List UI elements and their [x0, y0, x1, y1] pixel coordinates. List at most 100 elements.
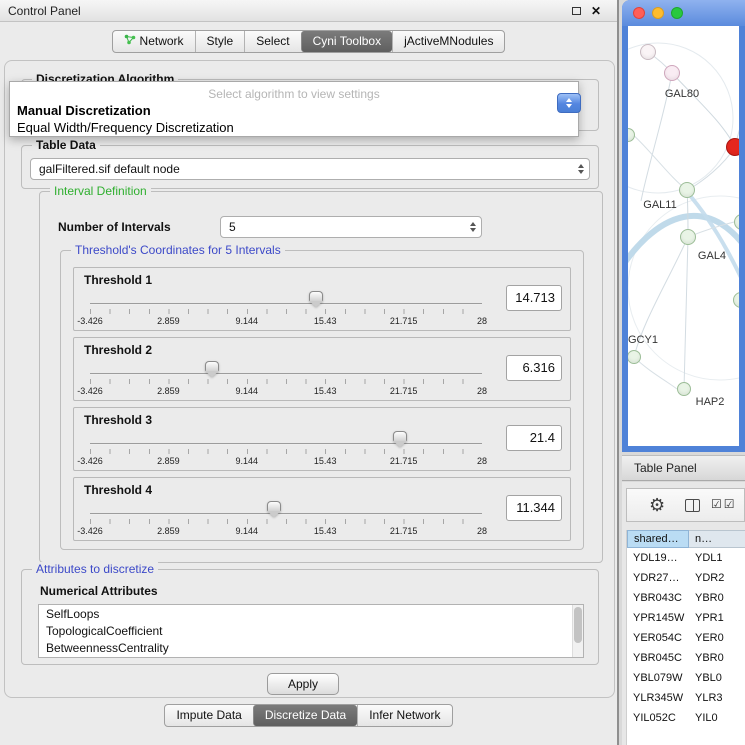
table-row[interactable]: YDR27…YDR2 [627, 568, 745, 588]
table-cell[interactable]: YDR27… [627, 568, 689, 588]
network-canvas[interactable]: GAL80 GAL11 GAL4 GCY1 HAP2 [628, 26, 739, 446]
table-cell[interactable]: YBL079W [627, 668, 689, 688]
table-cell[interactable]: YBR043C [627, 588, 689, 608]
threshold-1-panel: Threshold 1 -3.426 2.859 9.144 15.43 21.… [73, 267, 571, 331]
table-cell[interactable]: YBR0 [689, 648, 745, 668]
scale-label: -3.426 [77, 316, 103, 326]
table-row[interactable]: YBR045CYBR0 [627, 648, 745, 668]
tab-infer-network[interactable]: Infer Network [357, 705, 451, 726]
slider-thumb[interactable] [205, 361, 219, 371]
table-row[interactable]: YBL079WYBL0 [627, 668, 745, 688]
scrollbar-thumb[interactable] [574, 607, 582, 643]
table-cell[interactable]: YER0 [689, 628, 745, 648]
network-node[interactable] [640, 44, 656, 60]
table-cell[interactable]: YPR1 [689, 608, 745, 628]
algorithm-dropdown-list: Select algorithm to view settings Manual… [9, 81, 579, 137]
select-all-checkbox-icons[interactable]: ☑☑ [711, 497, 735, 511]
close-icon[interactable]: ✕ [591, 6, 601, 16]
columns-icon[interactable] [685, 499, 700, 512]
slider-thumb[interactable] [267, 501, 281, 511]
table-cell[interactable]: YER054C [627, 628, 689, 648]
node-hap2[interactable] [677, 382, 691, 396]
table-cell[interactable]: YLR3 [689, 688, 745, 708]
table-toolbar: ⚙ ☑☑ [626, 488, 745, 522]
table-cell[interactable]: YPR145W [627, 608, 689, 628]
group-title: Attributes to discretize [32, 562, 158, 576]
list-item[interactable]: BetweennessCentrality [39, 639, 583, 656]
zoom-traffic-light[interactable] [671, 7, 683, 19]
table-cell[interactable]: YLR345W [627, 688, 689, 708]
tab-label: Network [140, 34, 184, 48]
tab-impute-data[interactable]: Impute Data [165, 705, 252, 726]
tab-discretize-data[interactable]: Discretize Data [253, 705, 357, 726]
table-data-select[interactable]: galFiltered.sif default node [30, 158, 590, 180]
tab-cyni-toolbox[interactable]: Cyni Toolbox [301, 31, 392, 52]
dropdown-prompt: Select algorithm to view settings [10, 82, 578, 101]
node-gal80[interactable] [664, 65, 680, 81]
float-window-icon[interactable] [572, 7, 581, 15]
tab-group: Network Style Select Cyni Toolbox jActiv… [112, 30, 506, 53]
bottom-tab-bar: Impute Data Discretize Data Infer Networ… [0, 704, 617, 727]
dropdown-option-manual-discretization[interactable]: Manual Discretization [10, 101, 578, 118]
table-cell[interactable]: YIL0 [689, 708, 745, 728]
threshold-3-value-field[interactable]: 21.4 [506, 425, 562, 451]
apply-button[interactable]: Apply [267, 673, 339, 695]
column-header-name[interactable]: n… [689, 530, 745, 548]
column-header-shared-name[interactable]: shared… [627, 530, 689, 548]
node-label-hap2: HAP2 [688, 396, 732, 408]
scale-label: 15.43 [314, 386, 337, 396]
node-gal11[interactable] [679, 182, 695, 198]
slider-ticks [90, 519, 482, 524]
tab-jactivemnodules[interactable]: jActiveMNodules [392, 31, 504, 52]
slider-thumb[interactable] [309, 291, 323, 301]
slider-track[interactable] [90, 373, 482, 375]
numerical-attributes-list[interactable]: SelfLoops TopologicalCoefficient Between… [38, 604, 584, 658]
threshold-3-slider[interactable]: -3.426 2.859 9.144 15.43 21.715 28 [90, 430, 482, 468]
tab-select[interactable]: Select [244, 31, 300, 52]
slider-track[interactable] [90, 443, 482, 445]
slider-track[interactable] [90, 513, 482, 515]
combo-stepper-icon [578, 164, 584, 174]
threshold-2-slider[interactable]: -3.426 2.859 9.144 15.43 21.715 28 [90, 360, 482, 398]
window-title: Control Panel [8, 4, 81, 18]
list-item[interactable]: TopologicalCoefficient [39, 622, 583, 639]
table-row[interactable]: YBR043CYBR0 [627, 588, 745, 608]
table-cell[interactable]: YBR045C [627, 648, 689, 668]
gear-icon[interactable]: ⚙ [649, 494, 665, 516]
slider-track[interactable] [90, 303, 482, 305]
algorithm-combo-stepper[interactable] [557, 93, 581, 113]
table-row[interactable]: YER054CYER0 [627, 628, 745, 648]
node-selected-red[interactable] [726, 138, 739, 156]
threshold-1-value-field[interactable]: 14.713 [506, 285, 562, 311]
threshold-3-panel: Threshold 3 -3.426 2.859 9.144 15.43 21.… [73, 407, 571, 471]
slider-thumb[interactable] [393, 431, 407, 441]
table-cell[interactable]: YBR0 [689, 588, 745, 608]
table-panel-titlebar: Table Panel [622, 455, 745, 481]
slider-ticks [90, 309, 482, 314]
minimize-traffic-light[interactable] [652, 7, 664, 19]
scale-label: 21.715 [390, 456, 418, 466]
tab-network[interactable]: Network [113, 31, 195, 52]
table-cell[interactable]: YDL19… [627, 548, 689, 568]
table-cell[interactable]: YDL1 [689, 548, 745, 568]
node-gal4[interactable] [680, 229, 696, 245]
number-of-intervals-select[interactable]: 5 [220, 216, 482, 238]
threshold-1-slider[interactable]: -3.426 2.859 9.144 15.43 21.715 28 [90, 290, 482, 328]
scale-label: 15.43 [314, 316, 337, 326]
table-row[interactable]: YDL19…YDL1 [627, 548, 745, 568]
table-cell[interactable]: YBL0 [689, 668, 745, 688]
list-scrollbar[interactable] [572, 605, 583, 657]
threshold-4-slider[interactable]: -3.426 2.859 9.144 15.43 21.715 28 [90, 500, 482, 538]
table-row[interactable]: YIL052CYIL0 [627, 708, 745, 728]
table-data-group: Table Data galFiltered.sif default node [21, 145, 599, 189]
threshold-4-value-field[interactable]: 11.344 [506, 495, 562, 521]
table-cell[interactable]: YIL052C [627, 708, 689, 728]
table-row[interactable]: YLR345WYLR3 [627, 688, 745, 708]
table-row[interactable]: YPR145WYPR1 [627, 608, 745, 628]
list-item[interactable]: SelfLoops [39, 605, 583, 622]
threshold-2-value-field[interactable]: 6.316 [506, 355, 562, 381]
table-cell[interactable]: YDR2 [689, 568, 745, 588]
dropdown-option-equal-width-frequency[interactable]: Equal Width/Frequency Discretization [10, 118, 578, 135]
close-traffic-light[interactable] [633, 7, 645, 19]
tab-style[interactable]: Style [195, 31, 245, 52]
